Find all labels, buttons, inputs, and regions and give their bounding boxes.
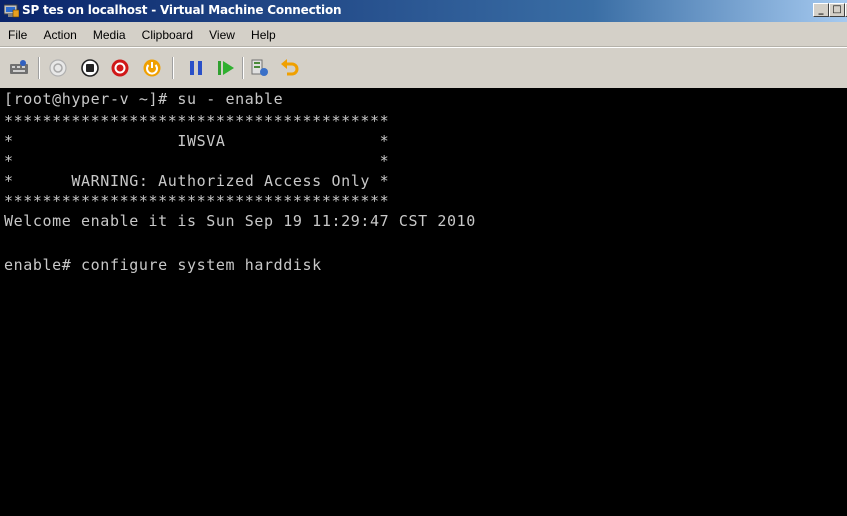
minimize-button[interactable]: _ <box>813 3 829 17</box>
console-line: [root@hyper-v ~]# su - enable <box>4 90 284 108</box>
console-line: * IWSVA * <box>4 132 390 150</box>
vm-connection-window: SP tes on localhost - Virtual Machine Co… <box>0 0 847 516</box>
menu-action[interactable]: Action <box>43 22 76 42</box>
menu-file[interactable]: File <box>8 22 27 42</box>
console-line: **************************************** <box>4 192 390 210</box>
toolbar-separator <box>172 57 174 79</box>
snapshot-icon[interactable] <box>250 58 270 78</box>
ctrl-alt-del-icon[interactable] <box>9 58 29 78</box>
toolbar <box>0 47 847 88</box>
shut-down-icon[interactable] <box>110 58 130 78</box>
console-line: * * <box>4 152 390 170</box>
turn-off-icon[interactable] <box>80 58 100 78</box>
menu-clipboard[interactable]: Clipboard <box>142 22 193 42</box>
toolbar-separator <box>38 57 40 79</box>
console-line: Welcome enable it is Sun Sep 19 11:29:47… <box>4 212 476 230</box>
console-line: * WARNING: Authorized Access Only * <box>4 172 390 190</box>
vm-connection-app-icon <box>4 4 19 18</box>
maximize-button[interactable]: □ <box>829 3 845 17</box>
menu-help[interactable]: Help <box>251 22 276 42</box>
window-title: SP tes on localhost - Virtual Machine Co… <box>22 3 342 17</box>
title-bar[interactable]: SP tes on localhost - Virtual Machine Co… <box>0 0 847 22</box>
pause-icon[interactable] <box>186 58 206 78</box>
menu-media[interactable]: Media <box>93 22 126 42</box>
start-icon[interactable] <box>48 58 68 78</box>
console-line: enable# configure system harddisk <box>4 256 322 274</box>
power-icon[interactable] <box>142 58 162 78</box>
toolbar-separator <box>242 57 244 79</box>
vm-console-screen[interactable]: [root@hyper-v ~]# su - enable **********… <box>0 88 847 516</box>
resume-icon[interactable] <box>216 58 236 78</box>
menu-view[interactable]: View <box>209 22 235 42</box>
console-line: **************************************** <box>4 112 390 130</box>
menu-bar: File Action Media Clipboard View Help <box>0 22 847 47</box>
revert-icon[interactable] <box>280 58 300 78</box>
